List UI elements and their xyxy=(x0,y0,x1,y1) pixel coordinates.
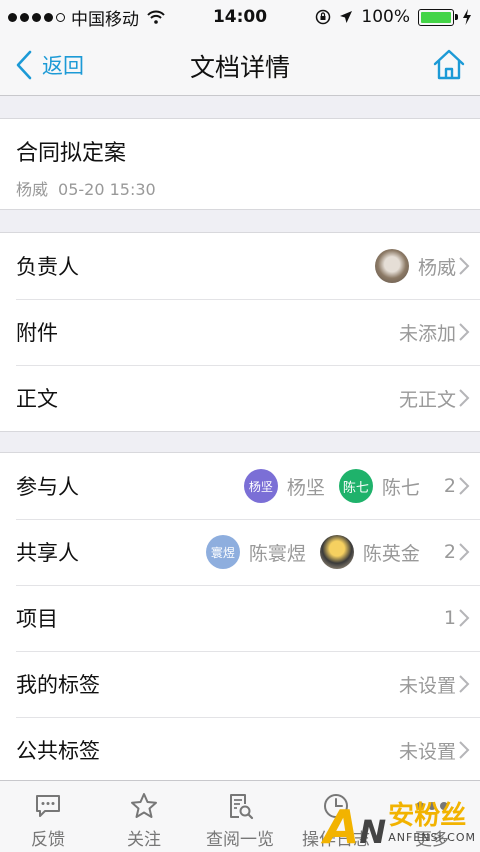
chevron-right-icon xyxy=(459,323,470,341)
tab-read-overview[interactable]: 查阅一览 xyxy=(192,781,288,852)
document-search-icon xyxy=(230,794,254,820)
attachment-value: 未添加 xyxy=(398,322,456,345)
tab-more[interactable]: 更多 xyxy=(384,781,480,852)
owner-label: 负责人 xyxy=(16,255,79,279)
participant-name: 杨坚 xyxy=(286,476,325,499)
tab-feedback[interactable]: 反馈 xyxy=(0,781,96,852)
participants-row[interactable]: 参与人 杨坚 杨坚 陈七 陈七 2 xyxy=(0,453,480,519)
project-count: 1 xyxy=(443,607,456,629)
tab-follow[interactable]: 关注 xyxy=(96,781,192,852)
sharer-avatar: 寰煜 xyxy=(205,535,240,569)
tab-label: 关注 xyxy=(127,830,161,850)
body-value: 无正文 xyxy=(398,388,456,411)
sharer-avatar xyxy=(319,535,354,569)
battery-percent: 100% xyxy=(361,7,410,27)
orientation-lock-icon xyxy=(316,9,331,25)
attachment-row[interactable]: 附件 未添加 xyxy=(0,299,480,365)
chevron-left-icon xyxy=(16,50,32,80)
back-label: 返回 xyxy=(42,54,84,78)
tab-label: 查阅一览 xyxy=(206,830,274,850)
signal-strength-icon xyxy=(8,12,65,22)
public-tags-label: 公共标签 xyxy=(16,739,100,763)
tab-label: 操作日志 xyxy=(302,830,370,850)
participant-avatar: 陈七 xyxy=(338,469,373,503)
location-arrow-icon xyxy=(340,11,353,23)
carrier-name: 中国移动 xyxy=(71,9,139,30)
home-button[interactable] xyxy=(432,47,466,81)
owner-row[interactable]: 负责人 杨威 xyxy=(0,233,480,299)
document-meta: 杨威 05-20 15:30 xyxy=(16,176,156,200)
participants-count: 2 xyxy=(443,475,456,497)
sharers-count: 2 xyxy=(443,541,456,563)
star-icon xyxy=(131,793,157,818)
info-section: 负责人 杨威 附件 未添加 正文 无正文 xyxy=(0,232,480,432)
project-row[interactable]: 项目 1 xyxy=(0,585,480,651)
owner-avatar xyxy=(374,249,409,283)
public-tags-row[interactable]: 公共标签 未设置 xyxy=(0,717,480,783)
sharer-name: 陈寰煜 xyxy=(248,542,306,565)
chevron-right-icon xyxy=(459,675,470,693)
attachment-label: 附件 xyxy=(16,321,58,345)
tab-operation-log[interactable]: 操作日志 xyxy=(288,781,384,852)
battery-icon xyxy=(418,8,458,26)
wifi-icon xyxy=(147,10,165,24)
navigation-bar: 返回 文档详情 xyxy=(0,34,480,96)
back-button[interactable]: 返回 xyxy=(14,48,84,82)
tab-label: 更多 xyxy=(415,830,449,850)
body-label: 正文 xyxy=(16,387,58,411)
participant: 陈七 陈七 xyxy=(338,469,420,503)
participants-label: 参与人 xyxy=(16,475,79,499)
document-author: 杨威 xyxy=(16,180,49,199)
charging-bolt-icon xyxy=(463,9,471,25)
clock-icon xyxy=(324,794,348,818)
bottom-tab-bar: 反馈 关注 查阅一览 操作日志 更多 xyxy=(0,780,480,852)
chevron-right-icon xyxy=(459,477,470,495)
chevron-right-icon xyxy=(459,543,470,561)
document-datetime: 05-20 15:30 xyxy=(58,180,156,199)
sharers-label: 共享人 xyxy=(16,541,79,565)
participant-name: 陈七 xyxy=(381,476,420,499)
sharer-name: 陈英金 xyxy=(362,542,420,565)
public-tags-value: 未设置 xyxy=(398,740,456,763)
chevron-right-icon xyxy=(459,389,470,407)
home-icon xyxy=(433,49,465,80)
my-tags-label: 我的标签 xyxy=(16,673,100,697)
status-bar: 中国移动 14:00 100% xyxy=(0,0,480,34)
tab-label: 反馈 xyxy=(31,830,65,850)
document-title: 合同拟定案 xyxy=(16,141,127,166)
chevron-right-icon xyxy=(459,609,470,627)
my-tags-value: 未设置 xyxy=(398,674,456,697)
comment-icon xyxy=(36,795,60,817)
participant: 杨坚 杨坚 xyxy=(243,469,325,503)
owner-name: 杨威 xyxy=(417,256,456,279)
sharers-row[interactable]: 共享人 寰煜 陈寰煜 陈英金 2 xyxy=(0,519,480,585)
body-row[interactable]: 正文 无正文 xyxy=(0,365,480,431)
people-section: 参与人 杨坚 杨坚 陈七 陈七 2 共享人 寰煜 陈寰煜 陈英金 2 项目 1 … xyxy=(0,452,480,784)
chevron-right-icon xyxy=(459,257,470,275)
document-header: 合同拟定案 杨威 05-20 15:30 xyxy=(0,118,480,210)
project-label: 项目 xyxy=(16,607,58,631)
sharer: 寰煜 陈寰煜 xyxy=(205,535,306,569)
my-tags-row[interactable]: 我的标签 未设置 xyxy=(0,651,480,717)
chevron-right-icon xyxy=(459,741,470,759)
participant-avatar: 杨坚 xyxy=(243,469,278,503)
sharer: 陈英金 xyxy=(319,535,420,569)
more-dots-icon xyxy=(416,791,448,821)
